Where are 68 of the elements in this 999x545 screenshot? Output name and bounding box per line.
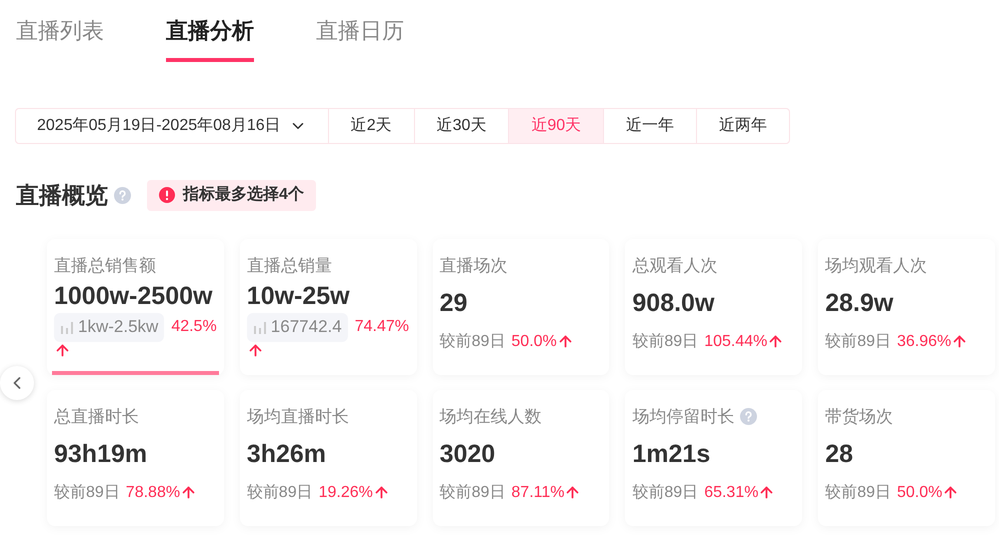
metric-value: 29 bbox=[440, 290, 468, 316]
metric-value: 28.9w bbox=[825, 290, 894, 316]
metric-value: 3h26m bbox=[246, 442, 328, 466]
change-rate: 74.47% bbox=[354, 317, 409, 337]
metric-label: 直播总销量 bbox=[246, 256, 332, 274]
change-rate: 36.96% bbox=[896, 332, 952, 352]
compare-label: 较前89日 bbox=[632, 482, 698, 502]
metric-label: 带货场次 bbox=[825, 408, 894, 424]
metric-card[interactable]: 直播总销量 10w-25w 167742.4 74.47% bbox=[240, 238, 417, 374]
date-range-dropdown[interactable]: 2025年05月19日-2025年08月16日 bbox=[16, 109, 328, 143]
bar-chart-icon bbox=[252, 320, 267, 334]
estimate-tag: 167742.4 bbox=[246, 312, 348, 342]
metric-value: 10w-25w bbox=[246, 284, 351, 308]
metric-label: 直播场次 bbox=[440, 256, 508, 274]
notice-badge: 指标最多选择4个 bbox=[147, 180, 316, 211]
metric-card[interactable]: 总观看人次 908.0w 较前89日 105.44% bbox=[625, 238, 802, 374]
metric-label: 场均在线人数 bbox=[440, 408, 542, 424]
change-rate: 19.26% bbox=[318, 482, 373, 502]
metric-label: 场均观看人次 bbox=[825, 256, 928, 274]
compare-label: 较前89日 bbox=[632, 332, 698, 352]
change-rate: 50.0% bbox=[511, 332, 557, 352]
metric-value: 93h19m bbox=[54, 442, 148, 466]
period-option[interactable]: 近2天 bbox=[328, 109, 414, 143]
metric-card[interactable]: 总直播时长 93h19m 较前89日 78.88% bbox=[47, 390, 224, 526]
previous-button[interactable] bbox=[0, 366, 34, 400]
metric-value: 28 bbox=[825, 442, 854, 466]
metric-card[interactable]: 场均停留时长 1m21s 较前89日 65.31% bbox=[625, 390, 802, 526]
change-rate: 105.44% bbox=[704, 332, 768, 352]
arrow-up-icon bbox=[564, 484, 582, 501]
tab[interactable]: 直播列表 bbox=[16, 20, 104, 62]
metric-label: 场均直播时长 bbox=[246, 408, 349, 424]
arrow-up-icon bbox=[180, 484, 198, 501]
metric-label: 场均停留时长 bbox=[632, 408, 734, 424]
metric-card[interactable]: 场均在线人数 3020 较前89日 87.11% bbox=[432, 390, 610, 526]
change-rate: 65.31% bbox=[704, 482, 758, 502]
metric-card[interactable]: 直播场次 29 较前89日 50.0% bbox=[432, 238, 610, 374]
compare-label: 较前89日 bbox=[440, 332, 506, 352]
change-rate: 50.0% bbox=[896, 482, 942, 502]
section-title: 直播概览 bbox=[16, 181, 108, 210]
compare-label: 较前89日 bbox=[246, 482, 313, 502]
period-option[interactable]: 近一年 bbox=[603, 109, 696, 143]
tab[interactable]: 直播日历 bbox=[316, 20, 404, 62]
compare-label: 较前89日 bbox=[825, 332, 891, 352]
metric-value: 908.0w bbox=[632, 290, 716, 316]
estimate-tag: 1kw-2.5kw bbox=[54, 312, 164, 342]
arrow-up-icon bbox=[758, 484, 776, 501]
help-icon bbox=[114, 186, 131, 204]
metric-card[interactable]: 场均直播时长 3h26m 较前89日 19.26% bbox=[240, 390, 417, 526]
change-rate: 87.11% bbox=[511, 482, 564, 502]
metric-card[interactable]: 场均观看人次 28.9w 较前89日 36.96% bbox=[818, 238, 995, 374]
metric-card[interactable]: 带货场次 28 较前89日 50.0% bbox=[818, 390, 995, 526]
metric-label: 直播总销售额 bbox=[54, 256, 156, 274]
metric-value: 3020 bbox=[440, 442, 496, 466]
bar-chart-icon bbox=[60, 320, 74, 334]
change-rate: 78.88% bbox=[126, 482, 180, 502]
tab[interactable]: 直播分析 bbox=[166, 20, 254, 62]
period-option[interactable]: 近两年 bbox=[696, 109, 790, 143]
metric-value: 1m21s bbox=[632, 442, 712, 466]
exclamation-icon bbox=[159, 187, 175, 204]
metric-value: 1000w-2500w bbox=[54, 284, 214, 308]
metric-card[interactable]: 直播总销售额 1000w-2500w 1kw-2.5kw 42.5% bbox=[47, 238, 224, 374]
change-rate: 42.5% bbox=[171, 317, 217, 337]
compare-label: 较前89日 bbox=[825, 482, 891, 502]
compare-label: 较前89日 bbox=[440, 482, 506, 502]
arrow-up-icon bbox=[246, 342, 264, 358]
compare-label: 较前89日 bbox=[54, 482, 120, 502]
metric-label: 总观看人次 bbox=[632, 256, 718, 274]
metric-label: 总直播时长 bbox=[54, 408, 139, 424]
